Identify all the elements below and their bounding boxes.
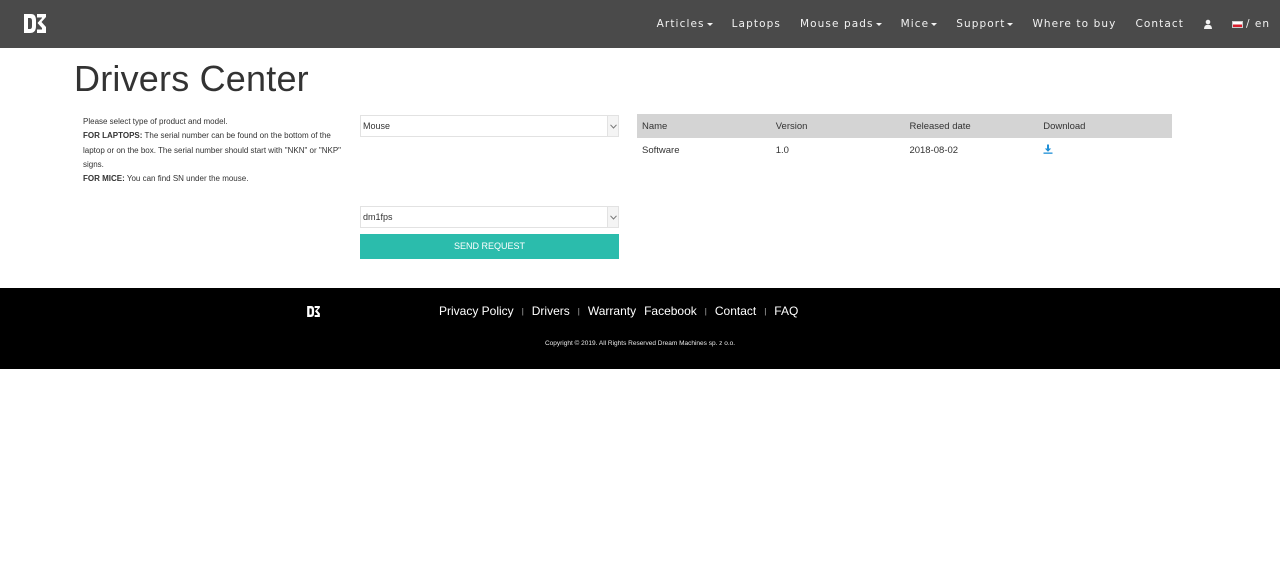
footer-links: Privacy Policy | Drivers | Warranty Face… <box>439 304 798 318</box>
footer-link-drivers[interactable]: Drivers <box>532 304 570 318</box>
nav-contact[interactable]: Contact <box>1135 18 1184 30</box>
top-navbar: Articles Laptops Mouse pads Mice Support… <box>0 0 1280 48</box>
column-header-name: Name <box>637 114 771 138</box>
driver-version: 1.0 <box>775 145 789 156</box>
download-icon[interactable] <box>1043 144 1053 154</box>
nav-mice[interactable]: Mice <box>901 18 938 30</box>
dream-machines-logo[interactable] <box>22 11 48 36</box>
footer-link-facebook[interactable]: Facebook <box>644 304 697 318</box>
dream-machines-logo[interactable] <box>306 304 321 319</box>
pl-flag-icon <box>1232 20 1243 28</box>
nav-mouse-pads[interactable]: Mouse pads <box>800 18 882 30</box>
table-row: Software 1.0 2018-08-02 <box>637 138 1172 163</box>
footer-separator: | <box>577 306 580 316</box>
model-select[interactable]: dm1fps <box>360 206 619 228</box>
nav-laptops[interactable]: Laptops <box>732 18 781 30</box>
drivers-table: Name Version Released date Download Soft… <box>637 114 1172 163</box>
chevron-down-icon <box>607 207 618 227</box>
caret-down-icon <box>706 23 713 26</box>
caret-down-icon <box>1007 23 1014 26</box>
product-type-select[interactable]: Mouse <box>360 115 619 137</box>
nav-articles[interactable]: Articles <box>657 18 713 30</box>
footer-separator: | <box>764 306 767 316</box>
footer-separator: | <box>704 306 707 316</box>
footer-link-contact[interactable]: Contact <box>715 304 756 318</box>
page-title: Drivers Center <box>74 58 309 99</box>
send-request-button[interactable]: SEND REQUEST <box>360 234 619 259</box>
column-header-released-date: Released date <box>904 114 1039 138</box>
footer-link-privacy-policy[interactable]: Privacy Policy <box>439 304 514 318</box>
footer-link-warranty[interactable]: Warranty <box>588 304 636 318</box>
driver-name: Software <box>642 145 680 156</box>
footer-separator: | <box>521 306 524 316</box>
main-nav: Articles Laptops Mouse pads Mice Support… <box>638 0 1270 48</box>
column-header-version: Version <box>770 114 905 138</box>
language-switcher[interactable]: / en <box>1232 18 1270 30</box>
nav-support[interactable]: Support <box>956 18 1014 30</box>
driver-release-date: 2018-08-02 <box>909 145 959 156</box>
user-icon[interactable] <box>1203 19 1213 29</box>
table-header-row: Name Version Released date Download <box>637 114 1172 138</box>
copyright-text: Copyright © 2019. All Rights Reserved Dr… <box>544 340 736 347</box>
instructions-text: Please select type of product and model.… <box>83 117 341 184</box>
caret-down-icon <box>931 23 938 26</box>
footer: Privacy Policy | Drivers | Warranty Face… <box>0 288 1280 369</box>
caret-down-icon <box>875 23 882 26</box>
chevron-down-icon <box>607 116 618 136</box>
footer-link-faq[interactable]: FAQ <box>774 304 798 318</box>
nav-where-to-buy[interactable]: Where to buy <box>1032 18 1116 30</box>
column-header-download: Download <box>1038 114 1172 138</box>
